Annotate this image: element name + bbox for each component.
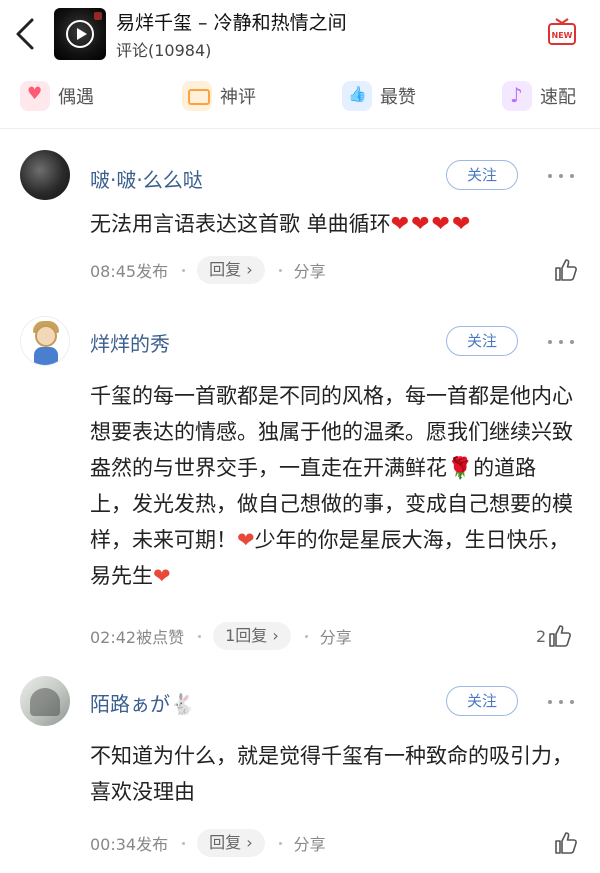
divider: [0, 128, 600, 129]
comment-text: 不知道为什么，就是觉得千玺有一种致命的吸引力，喜欢没理由: [90, 744, 573, 804]
play-icon[interactable]: [66, 20, 94, 48]
thumbs-up-icon: [555, 259, 577, 281]
tab-label: 神评: [220, 87, 256, 108]
heart-emoji: ❤❤❤❤: [390, 212, 473, 237]
comment-count: 评论(10984): [116, 41, 212, 60]
username[interactable]: 烊烊的秀: [90, 328, 170, 357]
tab-label: 速配: [540, 87, 576, 108]
heart-emoji: ❤: [237, 528, 255, 552]
separator-dot: [278, 268, 282, 272]
music-note-icon: [502, 81, 532, 111]
timestamp: 08:45发布: [90, 262, 169, 281]
separator-dot: [304, 634, 308, 638]
share-button[interactable]: 分享: [320, 624, 352, 648]
heart-emoji: ❤: [153, 564, 171, 588]
separator-dot: [182, 841, 186, 845]
like-button[interactable]: [552, 258, 578, 282]
tab-match[interactable]: 速配: [502, 74, 576, 118]
follow-button[interactable]: 关注: [446, 326, 518, 356]
separator-dot: [198, 634, 202, 638]
comment-tabs: 偶遇 神评 最赞 速配: [0, 74, 600, 118]
reply-button[interactable]: 回复 ›: [197, 256, 265, 284]
separator-dot: [182, 268, 186, 272]
heart-message-icon: [20, 81, 50, 111]
follow-button[interactable]: 关注: [446, 160, 518, 190]
tab-most-liked[interactable]: 最赞: [342, 74, 416, 118]
more-icon[interactable]: [548, 172, 578, 180]
timestamp: 02:42被点赞: [90, 628, 185, 647]
username[interactable]: 啵·啵·么么哒: [90, 164, 203, 193]
comment-meta: 02:42被点赞 1回复 › 分享: [90, 622, 352, 650]
comment-text-body: 无法用言语表达这首歌 单曲循环: [90, 212, 391, 236]
share-button[interactable]: 分享: [294, 258, 326, 282]
avatar[interactable]: [20, 676, 70, 726]
separator-dot: [278, 841, 282, 845]
tab-encounter[interactable]: 偶遇: [20, 74, 94, 118]
rabbit-emoji: 🐇: [170, 692, 195, 716]
like-button[interactable]: 2: [536, 624, 572, 648]
like-button[interactable]: [552, 831, 578, 855]
new-badge-icon[interactable]: NEW: [546, 16, 578, 48]
album-cover[interactable]: [54, 8, 106, 60]
cover-decoration: [94, 12, 102, 20]
like-count: 2: [536, 626, 547, 646]
tab-label: 偶遇: [58, 87, 94, 108]
follow-button[interactable]: 关注: [446, 686, 518, 716]
new-badge-label: NEW: [552, 31, 573, 40]
share-button[interactable]: 分享: [294, 831, 326, 855]
username[interactable]: 陌路ぁが🐇: [90, 688, 195, 717]
comment-text: 千玺的每一首歌都是不同的风格，每一首都是他内心想要表达的情感。独属于他的温柔。愿…: [90, 378, 574, 594]
header: 易烊千玺 – 冷静和热情之间 评论(10984) NEW: [0, 0, 600, 70]
comment-meta: 00:34发布 回复 › 分享: [90, 829, 326, 857]
chat-icon: [182, 81, 212, 111]
avatar[interactable]: [20, 150, 70, 200]
username-text: 陌路ぁが: [90, 692, 170, 716]
comment-text: 无法用言语表达这首歌 单曲循环❤❤❤❤: [90, 206, 580, 243]
back-arrow-icon[interactable]: [8, 14, 44, 54]
reply-button[interactable]: 1回复 ›: [213, 622, 291, 650]
tab-label: 最赞: [380, 87, 416, 108]
more-icon[interactable]: [548, 338, 578, 346]
reply-button[interactable]: 回复 ›: [197, 829, 265, 857]
thumbs-up-icon: [555, 832, 577, 854]
song-title[interactable]: 易烊千玺 – 冷静和热情之间: [116, 8, 347, 35]
thumbs-up-icon: [342, 81, 372, 111]
more-icon[interactable]: [548, 698, 578, 706]
avatar[interactable]: [20, 316, 70, 366]
comment-meta: 08:45发布 回复 › 分享: [90, 256, 326, 284]
timestamp: 00:34发布: [90, 835, 169, 854]
tab-god-comments[interactable]: 神评: [182, 74, 256, 118]
rose-emoji: 🌹: [447, 456, 474, 480]
thumbs-up-icon: [549, 625, 572, 647]
